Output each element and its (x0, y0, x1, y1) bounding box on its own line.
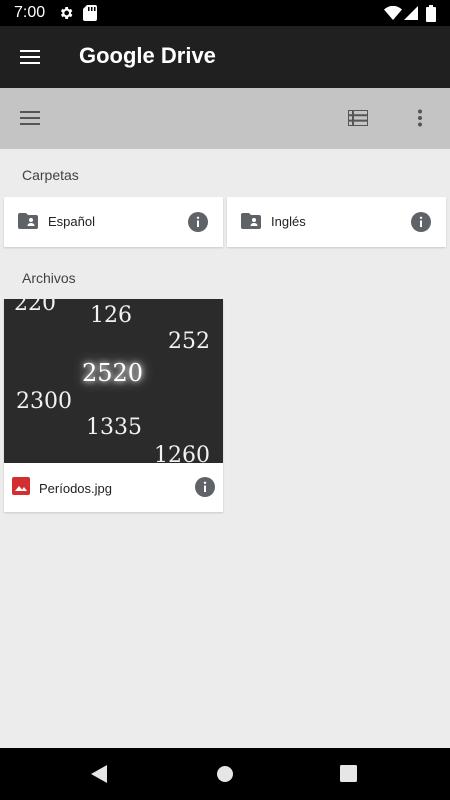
folder-name: Inglés (271, 214, 306, 229)
file-item[interactable]: 220 126 252 2520 2300 1335 1260 Períodos… (4, 299, 223, 512)
shared-folder-icon (18, 213, 38, 234)
back-icon[interactable] (90, 764, 108, 789)
wifi-icon (384, 5, 402, 25)
recents-icon[interactable] (340, 765, 357, 787)
status-bar: 7:00 (0, 0, 450, 26)
thumbnail-number: 126 (90, 303, 132, 328)
status-time: 7:00 (14, 4, 46, 21)
folder-item[interactable]: Inglés (227, 197, 446, 247)
thumbnail-number: 1260 (154, 443, 210, 463)
info-icon[interactable] (411, 212, 431, 237)
files-section-label: Archivos (22, 270, 76, 286)
image-file-icon (12, 477, 30, 500)
signal-icon (404, 6, 418, 25)
thumbnail-number: 220 (14, 299, 56, 316)
thumbnail-number: 2300 (16, 389, 72, 414)
hamburger-menu-icon[interactable] (12, 100, 48, 136)
info-icon[interactable] (195, 477, 215, 502)
thumbnail-number: 2520 (82, 359, 144, 387)
shared-folder-icon (241, 213, 261, 234)
home-icon[interactable] (216, 765, 234, 788)
thumbnail-number: 1335 (86, 415, 142, 440)
file-name: Períodos.jpg (39, 481, 112, 496)
info-icon[interactable] (188, 212, 208, 237)
sd-card-icon (83, 5, 97, 26)
settings-icon (58, 5, 74, 26)
list-view-icon[interactable] (340, 100, 376, 136)
app-title: Google Drive (79, 43, 216, 68)
battery-icon (426, 5, 436, 27)
navigation-bar (0, 748, 450, 800)
folders-section-label: Carpetas (22, 167, 79, 183)
folder-name: Español (48, 214, 95, 229)
thumbnail-number: 252 (168, 329, 210, 354)
file-thumbnail: 220 126 252 2520 2300 1335 1260 (4, 299, 223, 463)
app-bar: Google Drive (0, 26, 450, 88)
drive-toolbar (0, 88, 450, 149)
more-options-icon[interactable] (402, 100, 438, 136)
folder-item[interactable]: Español (4, 197, 223, 247)
menu-icon[interactable] (12, 39, 48, 75)
